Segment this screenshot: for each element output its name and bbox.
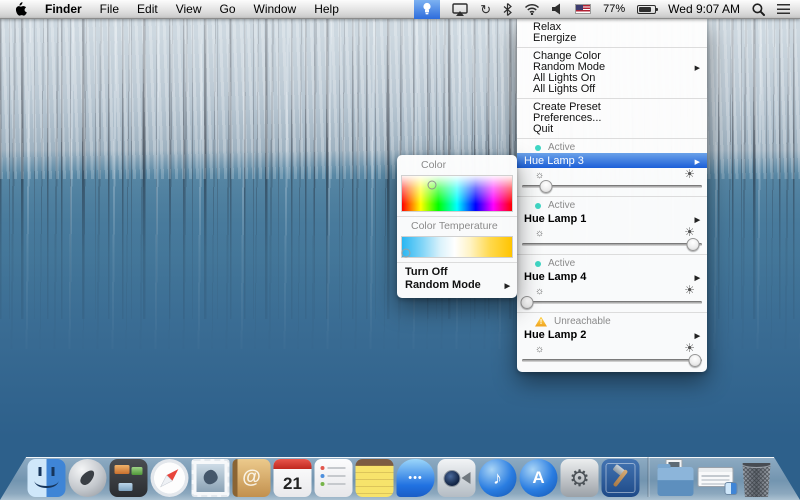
sync-arrow-icon[interactable]: ↻ bbox=[480, 0, 491, 19]
battery-percent[interactable]: 77% bbox=[603, 0, 625, 19]
dock-icon-xcode[interactable] bbox=[602, 459, 640, 497]
dock-icon-minimized-window[interactable] bbox=[698, 459, 738, 497]
finder-badge-icon bbox=[725, 482, 738, 495]
apple-menu-icon[interactable] bbox=[14, 2, 27, 17]
notification-center-icon[interactable] bbox=[777, 4, 790, 14]
slider-knob[interactable] bbox=[539, 180, 552, 193]
dock-icon-app-store[interactable] bbox=[520, 459, 558, 497]
lamp-section-hue-lamp-1: Active Hue Lamp 1 bbox=[517, 200, 707, 251]
submenu-arrow-icon bbox=[695, 213, 700, 225]
input-language-flag-icon[interactable] bbox=[575, 4, 591, 14]
slider-track[interactable] bbox=[522, 359, 702, 362]
color-selector-ring[interactable] bbox=[427, 181, 436, 190]
spotlight-icon[interactable] bbox=[752, 0, 765, 19]
lamp-menu-item-hue-lamp-1[interactable]: Hue Lamp 1 bbox=[517, 211, 707, 226]
lamp-menu-item-hue-lamp-3[interactable]: Hue Lamp 3 bbox=[517, 153, 707, 168]
dock-icon-finder[interactable] bbox=[28, 459, 66, 497]
color-temperature-slider[interactable] bbox=[401, 236, 513, 258]
dock-icon-reminders[interactable] bbox=[315, 459, 353, 497]
warning-triangle-icon bbox=[535, 317, 547, 327]
dock-separator bbox=[648, 457, 649, 497]
color-temperature-label: Color Temperature bbox=[397, 220, 517, 233]
lamp-status: Active bbox=[517, 200, 707, 211]
dock-icon-itunes[interactable] bbox=[479, 459, 517, 497]
menu-separator bbox=[517, 138, 707, 139]
bluetooth-icon[interactable] bbox=[503, 0, 512, 19]
dock-icon-contacts[interactable] bbox=[233, 459, 271, 497]
brightness-slider-lamp-3[interactable] bbox=[520, 179, 704, 193]
lamp-section-hue-lamp-2: Unreachable Hue Lamp 2 bbox=[517, 316, 707, 367]
slider-knob[interactable] bbox=[686, 238, 699, 251]
lamp-menu-item-hue-lamp-2[interactable]: Hue Lamp 2 bbox=[517, 327, 707, 342]
dock-icon-launchpad[interactable] bbox=[69, 459, 107, 497]
submenu-arrow-icon bbox=[695, 62, 700, 73]
active-dot-icon bbox=[535, 145, 541, 151]
menu-view[interactable]: View bbox=[176, 2, 202, 16]
lamp-status: Active bbox=[517, 142, 707, 153]
dock-icon-system-preferences[interactable] bbox=[561, 459, 599, 497]
brightness-slider-lamp-1[interactable] bbox=[520, 237, 704, 251]
menu-item-energize[interactable]: Energize bbox=[517, 33, 707, 44]
dock-icon-notes[interactable] bbox=[356, 459, 394, 497]
color-picker-field[interactable] bbox=[401, 175, 513, 212]
menu-edit[interactable]: Edit bbox=[137, 2, 158, 16]
hue-dropdown-menu: Relax Energize Change Color Random Mode … bbox=[517, 19, 707, 372]
color-submenu: Color Color Temperature Turn Off Random … bbox=[397, 155, 517, 298]
menu-help[interactable]: Help bbox=[314, 2, 339, 16]
menubar-clock[interactable]: Wed 9:07 AM bbox=[668, 0, 740, 19]
menu-go[interactable]: Go bbox=[220, 2, 236, 16]
hue-lightbulb-icon[interactable] bbox=[414, 0, 440, 19]
active-app-menu[interactable]: Finder bbox=[45, 2, 82, 16]
menu-separator bbox=[397, 216, 517, 217]
menu-item-random-mode-sub[interactable]: Random Mode bbox=[397, 279, 517, 292]
slider-track[interactable] bbox=[522, 243, 702, 246]
slider-knob[interactable] bbox=[521, 296, 534, 309]
dock-icon-trash[interactable] bbox=[741, 460, 773, 497]
menu-item-quit[interactable]: Quit bbox=[517, 124, 707, 135]
lamp-section-hue-lamp-3: Active Hue Lamp 3 bbox=[517, 142, 707, 193]
dock-icon-messages[interactable] bbox=[397, 459, 435, 497]
wifi-icon[interactable] bbox=[524, 0, 540, 19]
lamp-status: Active bbox=[517, 258, 707, 269]
dock-icon-facetime[interactable] bbox=[438, 459, 476, 497]
lamp-status: Unreachable bbox=[517, 316, 707, 327]
menu-file[interactable]: File bbox=[100, 2, 119, 16]
menu-separator bbox=[517, 312, 707, 313]
dock-icon-documents-stack[interactable] bbox=[657, 459, 695, 497]
brightness-slider-lamp-2[interactable] bbox=[520, 353, 704, 367]
volume-icon[interactable] bbox=[552, 0, 563, 19]
lamp-section-hue-lamp-4: Active Hue Lamp 4 bbox=[517, 258, 707, 309]
menu-separator bbox=[517, 196, 707, 197]
active-dot-icon bbox=[535, 261, 541, 267]
menu-item-all-lights-off[interactable]: All Lights Off bbox=[517, 84, 707, 95]
menu-separator bbox=[397, 262, 517, 263]
menu-separator bbox=[517, 98, 707, 99]
temperature-selector-ring[interactable] bbox=[402, 249, 411, 258]
menu-bar: Finder File Edit View Go Window Help ↻ 7… bbox=[0, 0, 800, 19]
dock-icon-safari[interactable] bbox=[151, 459, 189, 497]
dock-icon-mail[interactable] bbox=[192, 459, 230, 497]
active-dot-icon bbox=[535, 203, 541, 209]
menu-separator bbox=[517, 254, 707, 255]
airplay-display-icon[interactable] bbox=[452, 0, 468, 19]
brightness-slider-lamp-4[interactable] bbox=[520, 295, 704, 309]
menu-item-turn-off[interactable]: Turn Off bbox=[397, 266, 517, 279]
dock: 21 bbox=[0, 450, 800, 500]
submenu-arrow-icon bbox=[695, 271, 700, 283]
dock-icon-mission-control[interactable] bbox=[110, 459, 148, 497]
menu-separator bbox=[517, 47, 707, 48]
slider-knob[interactable] bbox=[688, 354, 701, 367]
lamp-menu-item-hue-lamp-4[interactable]: Hue Lamp 4 bbox=[517, 269, 707, 284]
menu-window[interactable]: Window bbox=[254, 2, 297, 16]
calendar-day: 21 bbox=[283, 471, 302, 497]
submenu-arrow-icon bbox=[695, 329, 700, 341]
submenu-arrow-icon bbox=[695, 155, 700, 167]
dock-icon-calendar[interactable]: 21 bbox=[274, 459, 312, 497]
slider-track[interactable] bbox=[522, 301, 702, 304]
battery-icon bbox=[637, 5, 656, 14]
color-label: Color bbox=[397, 159, 517, 172]
submenu-arrow-icon bbox=[505, 279, 510, 292]
